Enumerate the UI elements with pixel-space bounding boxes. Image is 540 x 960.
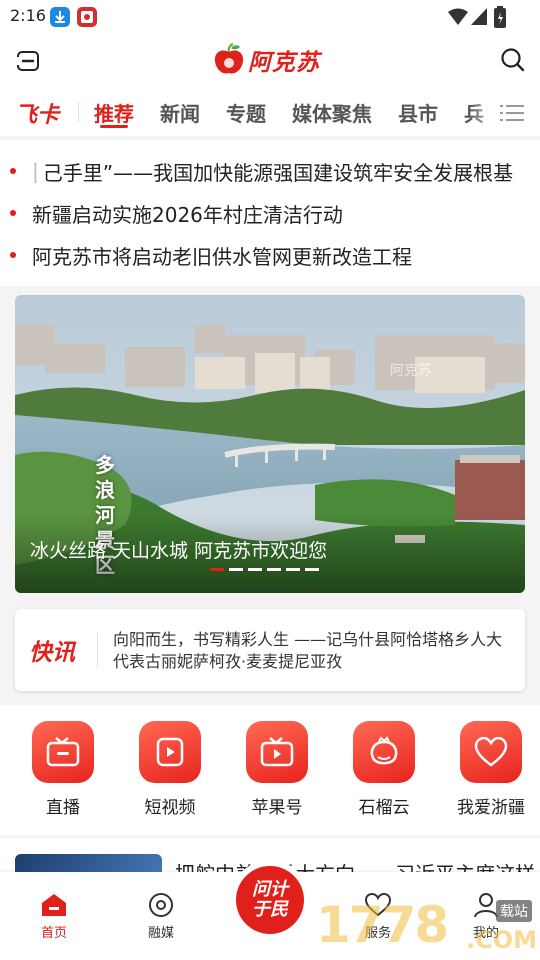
- service-shortcuts: 直播 短视频 苹果号 石榴云 我爱浙疆: [0, 705, 540, 835]
- service-label: 石榴云: [358, 798, 410, 818]
- headline-text: 己手里”——我国加快能源强国建设筑牢安全发展根基: [42, 160, 514, 185]
- headline-text: 新疆启动实施2026年村庄清洁行动: [32, 202, 343, 227]
- flash-label: 快讯: [29, 640, 75, 666]
- battery-icon: [494, 6, 506, 32]
- heart-icon: [460, 721, 522, 783]
- service-short-video[interactable]: 短视频: [120, 721, 220, 818]
- scan-menu-icon[interactable]: [16, 50, 40, 76]
- headline-item[interactable]: 阿克苏市将启动老旧供水管网更新改造工程: [10, 238, 412, 272]
- headline-item[interactable]: 新疆启动实施2026年村庄清洁行动: [10, 196, 343, 230]
- download-notification-icon: [50, 7, 70, 27]
- flash-divider: [97, 633, 98, 667]
- indicator-dot-active: [210, 568, 224, 571]
- tab-special[interactable]: 专题: [226, 98, 266, 127]
- logo-text: 阿克苏: [248, 50, 320, 76]
- nav-mine[interactable]: 我的: [451, 892, 521, 941]
- indicator-dot: [286, 568, 300, 571]
- apple-logo-icon: [214, 43, 244, 74]
- truncation-mark: |: [32, 159, 39, 183]
- banner-carousel[interactable]: 多浪河景区 阿克苏 冰火丝路 天山水城 阿克苏市欢迎您: [15, 295, 525, 593]
- service-apple-account[interactable]: 苹果号: [227, 721, 327, 818]
- apple-account-icon: [246, 721, 308, 783]
- bottom-navigation: 首页 融媒 问计 于民 服务 我的 1778 .COM 载站: [0, 860, 540, 960]
- indicator-dot: [248, 568, 262, 571]
- short-video-icon: [139, 721, 201, 783]
- indicator-dot: [229, 568, 243, 571]
- user-icon: [474, 893, 498, 918]
- carousel-indicator: [210, 568, 319, 571]
- indicator-dot: [267, 568, 281, 571]
- tab-news[interactable]: 新闻: [160, 98, 200, 127]
- banner-watermark: 阿克苏: [390, 363, 432, 379]
- tab-media-focus[interactable]: 媒体聚焦: [292, 98, 372, 127]
- pomegranate-icon: [353, 721, 415, 783]
- tab-fade: [470, 88, 500, 136]
- bullet-dot: [10, 210, 16, 216]
- home-icon: [42, 894, 66, 916]
- tab-feika[interactable]: 飞卡: [15, 97, 59, 129]
- live-tv-icon: [32, 721, 94, 783]
- cellular-signal-icon: [471, 8, 487, 30]
- nav-home[interactable]: 首页: [19, 892, 89, 941]
- flash-text: 向阳而生，书写精彩人生 ——记乌什县阿恰塔格乡人大代表古丽妮萨柯孜·麦麦提尼亚孜: [113, 630, 503, 671]
- service-label: 直播: [46, 798, 80, 818]
- channel-menu-icon[interactable]: [500, 104, 524, 126]
- nav-media[interactable]: 融媒: [126, 892, 196, 941]
- service-label: 苹果号: [251, 798, 303, 818]
- service-heart-icon: [364, 892, 392, 917]
- search-icon[interactable]: [500, 47, 526, 77]
- bullet-dot: [10, 168, 16, 174]
- headline-text: 阿克苏市将启动老旧供水管网更新改造工程: [32, 244, 412, 269]
- headline-list: | 己手里”——我国加快能源强国建设筑牢安全发展根基 新疆启动实施2026年村庄…: [0, 140, 540, 286]
- app-header: 阿克苏: [0, 34, 540, 88]
- tab-counties[interactable]: 县市: [398, 98, 438, 127]
- service-live[interactable]: 直播: [13, 721, 113, 818]
- flash-news-card[interactable]: 快讯 向阳而生，书写精彩人生 ——记乌什县阿恰塔格乡人大代表古丽妮萨柯孜·麦麦提…: [15, 609, 525, 691]
- status-time: 2:16: [10, 6, 46, 25]
- active-tab-indicator: [100, 125, 128, 128]
- tab-divider: [78, 102, 79, 122]
- headline-item[interactable]: | 己手里”——我国加快能源强国建设筑牢安全发展根基: [10, 154, 513, 188]
- service-pomegranate-cloud[interactable]: 石榴云: [334, 721, 434, 818]
- nav-service[interactable]: 服务: [343, 892, 413, 941]
- channel-tabs: 飞卡 推荐 新闻 专题 媒体聚焦 县市 兵: [0, 88, 540, 136]
- service-i-love-zhejiang-xinjiang[interactable]: 我爱浙疆: [441, 721, 540, 818]
- service-label: 短视频: [144, 798, 196, 818]
- tab-recommend[interactable]: 推荐: [94, 98, 134, 127]
- bullet-dot: [10, 252, 16, 258]
- banner-caption: 冰火丝路 天山水城 阿克苏市欢迎您: [30, 540, 328, 562]
- app-logo: 阿克苏: [212, 40, 320, 80]
- wifi-icon: [448, 8, 468, 30]
- status-bar: 2:16: [0, 0, 540, 34]
- media-disc-icon: [149, 893, 173, 917]
- app-notification-icon: [77, 7, 97, 27]
- indicator-dot: [305, 568, 319, 571]
- center-ask-people-button[interactable]: 问计 于民: [236, 866, 304, 934]
- service-label: 我爱浙疆: [457, 798, 525, 818]
